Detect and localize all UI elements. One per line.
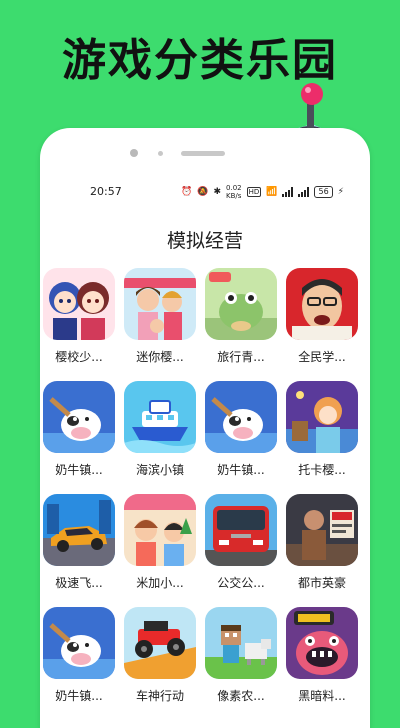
- app-name: 极速飞...: [55, 576, 103, 590]
- app-name: 全民学...: [298, 350, 346, 364]
- crying-man-icon: [286, 268, 358, 340]
- red-bus-icon: [205, 494, 277, 566]
- app-item[interactable]: 海滨小镇: [124, 381, 196, 494]
- app-grid: 樱校少... 迷你樱... 旅行青... 全民学... 奶牛镇... 海滨小镇 …: [40, 268, 370, 720]
- app-item[interactable]: 托卡樱...: [286, 381, 358, 494]
- app-name: 奶牛镇...: [55, 463, 103, 477]
- status-time: 20:57: [90, 185, 122, 198]
- app-item[interactable]: 车神行动: [124, 607, 196, 720]
- app-name: 奶牛镇...: [217, 463, 265, 477]
- app-name: 奶牛镇...: [55, 689, 103, 703]
- city-hero-icon: [286, 494, 358, 566]
- app-item[interactable]: 米加小...: [124, 494, 196, 607]
- app-name: 公交公...: [217, 576, 265, 590]
- app-item[interactable]: 奶牛镇...: [43, 607, 115, 720]
- app-item[interactable]: 奶牛镇...: [43, 381, 115, 494]
- app-item[interactable]: 极速飞...: [43, 494, 115, 607]
- signal-icon-2: [298, 187, 310, 197]
- net-speed: 0.02: [226, 184, 242, 192]
- app-item[interactable]: 迷你樱...: [124, 268, 196, 381]
- cow-town-icon: [43, 607, 115, 679]
- battery-icon: 56: [314, 186, 333, 198]
- app-item[interactable]: 旅行青...: [205, 268, 277, 381]
- app-name: 海滨小镇: [135, 463, 184, 477]
- hd-badge: HD: [246, 187, 262, 197]
- pixel-farm-icon: [205, 607, 277, 679]
- cow-town-icon: [205, 381, 277, 453]
- bluetooth-icon: ✱: [213, 187, 222, 197]
- monster-truck-icon: [124, 607, 196, 679]
- toca-girl-icon: [286, 381, 358, 453]
- seaside-ship-icon: [124, 381, 196, 453]
- dark-kitchen-icon: [286, 607, 358, 679]
- app-name: 米加小...: [136, 576, 184, 590]
- net-speed-unit: KB/s: [226, 192, 242, 200]
- miga-kids-icon: [124, 494, 196, 566]
- cartoon-family-icon: [124, 268, 196, 340]
- signal-icon: [282, 187, 294, 197]
- promo-title: 游戏分类乐园: [62, 35, 338, 86]
- racing-car-icon: [43, 494, 115, 566]
- app-item[interactable]: 奶牛镇...: [205, 381, 277, 494]
- app-name: 像素农...: [217, 689, 265, 703]
- app-item[interactable]: 全民学...: [286, 268, 358, 381]
- app-item[interactable]: 樱校少...: [43, 268, 115, 381]
- app-name: 旅行青...: [217, 350, 265, 364]
- app-item[interactable]: 黑暗料...: [286, 607, 358, 720]
- mute-icon: 🔕: [197, 187, 209, 197]
- charging-icon: ⚡: [337, 187, 344, 197]
- app-name: 迷你樱...: [136, 350, 184, 364]
- alarm-icon: ⏰: [181, 187, 193, 197]
- travel-frog-icon: [205, 268, 277, 340]
- page-title: 模拟经营: [166, 230, 243, 252]
- status-bar: 20:57 ⏰ 🔕 ✱ 0.02 KB/s HD 📶 56 ⚡: [40, 182, 370, 202]
- app-name: 都市英豪: [297, 576, 346, 590]
- app-item[interactable]: 都市英豪: [286, 494, 358, 607]
- app-item[interactable]: 公交公...: [205, 494, 277, 607]
- cow-town-icon: [43, 381, 115, 453]
- app-item[interactable]: 像素农...: [205, 607, 277, 720]
- phone-notch: [130, 148, 225, 158]
- anime-girls-icon: [43, 268, 115, 340]
- app-name: 黑暗料...: [298, 689, 346, 703]
- wifi-icon: 📶: [266, 187, 278, 197]
- app-name: 樱校少...: [55, 350, 103, 364]
- phone-screen: 20:57 ⏰ 🔕 ✱ 0.02 KB/s HD 📶 56 ⚡ 模拟经营 樱校少…: [40, 128, 370, 728]
- app-name: 车神行动: [135, 689, 184, 703]
- app-name: 托卡樱...: [298, 463, 346, 477]
